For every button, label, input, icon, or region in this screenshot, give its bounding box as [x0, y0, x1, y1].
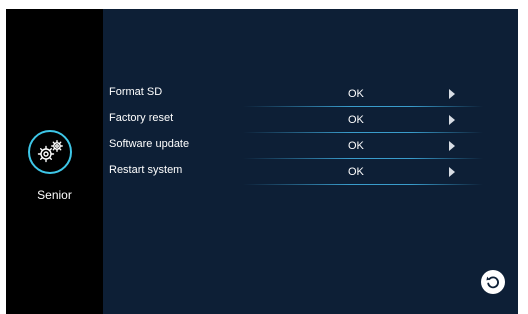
ok-button[interactable]: OK [348, 88, 364, 100]
row-label: Format SD [109, 86, 163, 98]
row-divider [243, 132, 483, 133]
factory-reset-row[interactable]: Factory reset OK [103, 110, 518, 135]
row-label: Software update [109, 138, 190, 150]
row-divider [243, 106, 483, 107]
ok-button[interactable]: OK [348, 166, 364, 178]
row-label: Factory reset [109, 112, 174, 124]
gears-icon [28, 130, 72, 174]
back-button[interactable] [481, 270, 505, 294]
chevron-right-icon[interactable] [449, 141, 455, 151]
sidebar-item-senior[interactable]: Senior [6, 121, 103, 221]
ok-button[interactable]: OK [348, 114, 364, 126]
format-sd-row[interactable]: Format SD OK [103, 84, 518, 109]
ok-button[interactable]: OK [348, 140, 364, 152]
restart-system-row[interactable]: Restart system OK [103, 162, 518, 187]
chevron-right-icon[interactable] [449, 89, 455, 99]
settings-screen: Senior Format SD OK Factory reset OK Sof… [6, 9, 518, 314]
chevron-right-icon[interactable] [449, 115, 455, 125]
row-label: Restart system [109, 164, 183, 176]
back-arrow-icon [486, 276, 499, 289]
row-divider [243, 158, 483, 159]
sidebar-item-label: Senior [37, 188, 72, 202]
sidebar: Senior [6, 9, 103, 314]
settings-list: Format SD OK Factory reset OK Software u… [103, 9, 518, 314]
row-divider [243, 184, 483, 185]
software-update-row[interactable]: Software update OK [103, 136, 518, 161]
chevron-right-icon[interactable] [449, 167, 455, 177]
